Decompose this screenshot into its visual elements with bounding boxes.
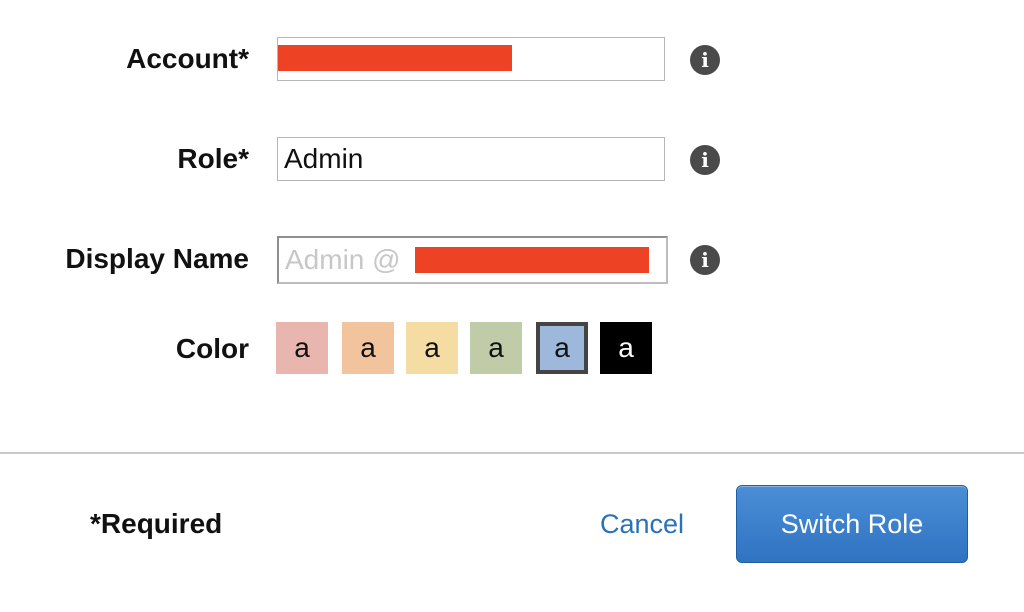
account-label: Account* <box>126 43 249 74</box>
role-field[interactable] <box>277 137 665 181</box>
switch-role-button[interactable]: Switch Role <box>736 485 968 563</box>
role-label: Role* <box>177 143 249 174</box>
role-info-icon[interactable]: i <box>690 145 720 175</box>
required-note: *Required <box>90 508 223 539</box>
account-redaction <box>278 45 512 71</box>
cancel-link[interactable]: Cancel <box>600 511 684 538</box>
color-swatch-orange[interactable]: a <box>342 322 394 374</box>
display-name-info-icon[interactable]: i <box>690 245 720 275</box>
display-name-label: Display Name <box>65 243 249 274</box>
color-swatch-green[interactable]: a <box>470 322 522 374</box>
footer-divider <box>0 452 1024 454</box>
switch-role-form: Account* i Role* i Display Name i Color … <box>0 0 1024 612</box>
display-name-redaction <box>415 247 649 273</box>
color-swatch-black[interactable]: a <box>600 322 652 374</box>
color-swatch-blue[interactable]: a <box>536 322 588 374</box>
color-swatch-red[interactable]: a <box>276 322 328 374</box>
color-swatch-yellow[interactable]: a <box>406 322 458 374</box>
color-label: Color <box>175 333 249 364</box>
account-info-icon[interactable]: i <box>690 45 720 75</box>
